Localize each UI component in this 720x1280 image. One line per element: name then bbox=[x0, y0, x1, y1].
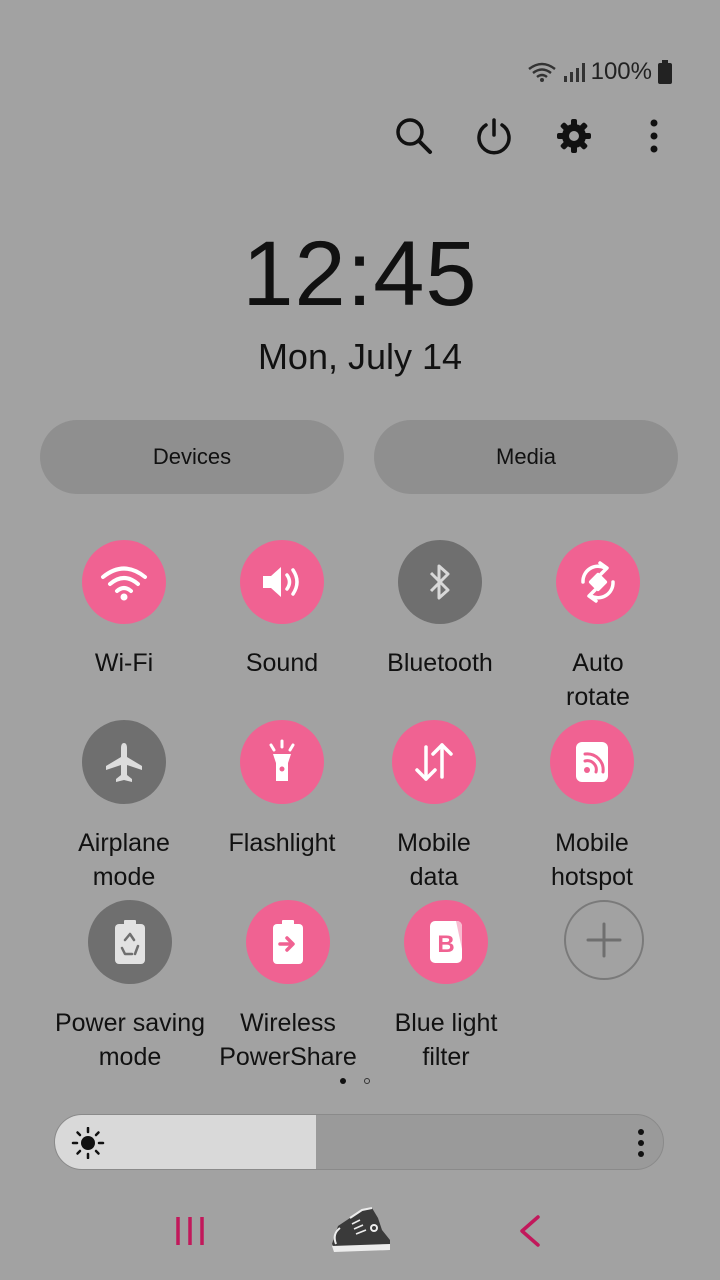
tile-add bbox=[524, 900, 684, 980]
media-button[interactable]: Media bbox=[374, 420, 678, 494]
status-bar: 100% bbox=[527, 56, 672, 88]
airplane-icon bbox=[106, 743, 142, 782]
page-dot bbox=[364, 1078, 370, 1084]
flashlight-toggle[interactable] bbox=[240, 720, 324, 804]
tile-blue-light-filter: B Blue light filter bbox=[366, 900, 526, 1074]
sound-icon bbox=[263, 567, 299, 597]
brightness-sun-icon bbox=[71, 1127, 105, 1159]
add-tile-button[interactable] bbox=[564, 900, 644, 980]
wifi-toggle[interactable] bbox=[82, 540, 166, 624]
quick-panel-toolbar bbox=[392, 112, 676, 160]
settings-button[interactable] bbox=[552, 112, 596, 160]
tile-label: Wireless PowerShare bbox=[219, 1009, 357, 1071]
power-saving-icon bbox=[115, 920, 145, 964]
devices-button[interactable]: Devices bbox=[40, 420, 344, 494]
more-options-button[interactable] bbox=[632, 112, 676, 160]
add-icon bbox=[586, 922, 622, 958]
search-button[interactable] bbox=[392, 112, 436, 160]
wireless-powershare-toggle[interactable] bbox=[246, 900, 330, 984]
recent-apps-icon[interactable] bbox=[174, 1214, 206, 1248]
tile-sound: Sound bbox=[202, 540, 362, 680]
signal-icon bbox=[563, 63, 585, 82]
wifi-icon bbox=[101, 566, 147, 601]
tile-bluetooth: Bluetooth bbox=[360, 540, 520, 680]
tile-label: Power saving mode bbox=[54, 1009, 206, 1071]
settings-gear-icon bbox=[557, 119, 591, 153]
blue-light-filter-icon: B bbox=[430, 921, 462, 963]
home-sneaker-icon[interactable] bbox=[328, 1204, 394, 1256]
tile-label: Mobile hotspot bbox=[550, 829, 633, 891]
tile-wifi: Wi-Fi bbox=[44, 540, 204, 680]
hotspot-icon bbox=[576, 742, 608, 782]
power-button[interactable] bbox=[472, 112, 516, 160]
tile-mobile-data: Mobile data bbox=[354, 720, 514, 894]
brightness-slider[interactable] bbox=[54, 1114, 664, 1170]
page-indicator bbox=[340, 1078, 370, 1084]
page-dot-active bbox=[340, 1078, 346, 1084]
sound-toggle[interactable] bbox=[240, 540, 324, 624]
wifi-icon bbox=[527, 62, 556, 82]
tile-label: Wi-Fi bbox=[94, 649, 154, 677]
power-icon bbox=[477, 118, 511, 155]
blue-light-filter-toggle[interactable]: B bbox=[404, 900, 488, 984]
tile-airplane-mode: Airplane mode bbox=[44, 720, 204, 894]
tile-wireless-powershare: Wireless PowerShare bbox=[208, 900, 368, 1074]
brightness-more-button[interactable] bbox=[635, 1129, 647, 1157]
bluetooth-icon bbox=[429, 564, 450, 600]
mobile-hotspot-toggle[interactable] bbox=[550, 720, 634, 804]
clock-time[interactable]: 12:45 bbox=[0, 222, 720, 327]
svg-text:B: B bbox=[437, 931, 454, 958]
tile-label: Blue light filter bbox=[394, 1009, 498, 1071]
tile-mobile-hotspot: Mobile hotspot bbox=[512, 720, 672, 894]
tile-label: Airplane mode bbox=[78, 829, 170, 891]
more-vertical-icon bbox=[650, 119, 658, 153]
back-icon[interactable] bbox=[516, 1214, 544, 1248]
tile-flashlight: Flashlight bbox=[202, 720, 362, 860]
battery-icon bbox=[658, 60, 672, 84]
tile-label: Sound bbox=[245, 649, 319, 677]
tile-power-saving: Power saving mode bbox=[50, 900, 210, 1074]
flashlight-icon bbox=[269, 739, 295, 781]
tile-label: Mobile data bbox=[397, 829, 471, 891]
navigation-bar bbox=[0, 1196, 720, 1266]
bluetooth-toggle[interactable] bbox=[398, 540, 482, 624]
mobile-data-toggle[interactable] bbox=[392, 720, 476, 804]
auto-rotate-toggle[interactable] bbox=[556, 540, 640, 624]
power-saving-toggle[interactable] bbox=[88, 900, 172, 984]
battery-percent: 100% bbox=[590, 58, 652, 85]
tile-label: Bluetooth bbox=[387, 649, 493, 677]
tile-auto-rotate: Auto rotate bbox=[518, 540, 678, 714]
tile-label: Flashlight bbox=[228, 829, 336, 857]
mobile-data-icon bbox=[415, 743, 453, 781]
tile-label: Auto rotate bbox=[566, 649, 630, 711]
clock-date[interactable]: Mon, July 14 bbox=[0, 336, 720, 378]
airplane-mode-toggle[interactable] bbox=[82, 720, 166, 804]
wireless-powershare-icon bbox=[273, 920, 303, 964]
search-icon bbox=[396, 118, 432, 154]
auto-rotate-icon bbox=[581, 561, 615, 603]
